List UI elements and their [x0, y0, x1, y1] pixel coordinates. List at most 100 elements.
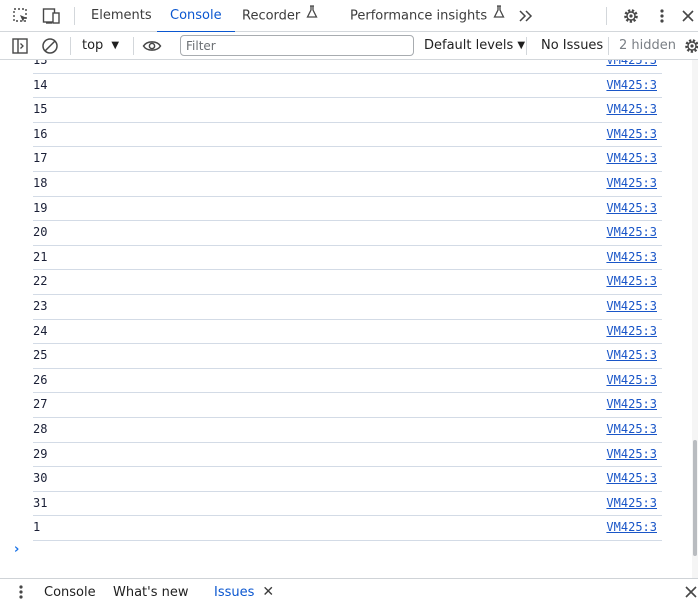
console-scrollbar[interactable] [692, 60, 698, 578]
console-prompt-chevron-icon[interactable]: › [14, 542, 19, 557]
console-message-value: 26 [33, 372, 48, 387]
source-link[interactable]: VM425:3 [606, 299, 657, 313]
drawer-tab-label: Issues [214, 585, 255, 600]
hidden-messages-count: 2 hidden [619, 32, 676, 60]
source-link[interactable]: VM425:3 [606, 422, 657, 436]
toolbar-divider [608, 37, 609, 55]
drawer-tab-issues[interactable]: Issues ✕ [214, 579, 274, 605]
tab-elements[interactable]: Elements [91, 0, 152, 32]
console-message-row: 29 VM425:3 [33, 443, 662, 468]
toolbar-divider [133, 37, 134, 55]
close-drawer-icon[interactable] [680, 581, 698, 603]
source-link[interactable]: VM425:3 [606, 225, 657, 239]
source-link[interactable]: VM425:3 [606, 250, 657, 264]
console-message-row: 13 VM425:3 [33, 60, 662, 74]
console-message-value: 27 [33, 397, 48, 412]
source-link[interactable]: VM425:3 [606, 373, 657, 387]
source-link[interactable]: VM425:3 [606, 201, 657, 215]
console-message-row: 23 VM425:3 [33, 295, 662, 320]
live-expression-eye-icon[interactable] [140, 34, 164, 58]
console-message-value: 24 [33, 323, 48, 338]
source-link[interactable]: VM425:3 [606, 176, 657, 190]
console-message-value: 14 [33, 77, 48, 92]
source-link[interactable]: VM425:3 [606, 348, 657, 362]
toolbar-divider [70, 37, 71, 55]
sidebar-toggle-icon[interactable] [8, 34, 32, 58]
more-tabs-chevron-icon[interactable] [514, 4, 538, 28]
device-toolbar-icon[interactable] [40, 4, 64, 28]
console-message-row: 18 VM425:3 [33, 172, 662, 197]
console-message-row: 28 VM425:3 [33, 418, 662, 443]
console-message-row: 27 VM425:3 [33, 393, 662, 418]
console-message-value: 18 [33, 176, 48, 190]
console-message-row: 14 VM425:3 [33, 74, 662, 99]
more-options-kebab-icon[interactable] [650, 4, 674, 28]
drawer-tab-console[interactable]: Console [44, 579, 96, 605]
source-link[interactable]: VM425:3 [606, 78, 657, 92]
console-message-row: 17 VM425:3 [33, 147, 662, 172]
source-link[interactable]: VM425:3 [606, 151, 657, 165]
devtools-tab-bar: Elements Console Recorder Performance in… [0, 0, 698, 33]
console-message-value: 21 [33, 249, 48, 264]
drawer-tab-bar: Console What's new Issues ✕ [0, 578, 698, 605]
console-messages[interactable]: 13 VM425:3 14 VM425:3 15 VM425:3 16 VM425:3 17 VM… [0, 60, 692, 578]
source-link[interactable]: VM425:3 [606, 397, 657, 411]
source-link[interactable]: VM425:3 [606, 447, 657, 461]
drawer-tab-whats-new[interactable]: What's new [113, 579, 189, 605]
flask-icon [306, 0, 318, 32]
console-message-value: 13 [33, 60, 48, 67]
tab-label: Performance insights [350, 8, 488, 24]
source-link[interactable]: VM425:3 [606, 60, 657, 67]
prompt-glyph: › [14, 542, 20, 557]
inspect-element-icon[interactable] [9, 4, 33, 28]
source-link[interactable]: VM425:3 [606, 274, 657, 288]
console-message-value: 20 [33, 225, 48, 240]
console-message-value: 31 [33, 495, 48, 510]
context-label: top [82, 38, 104, 53]
settings-gear-icon[interactable] [619, 4, 643, 28]
toolbar-divider [74, 7, 75, 25]
source-link[interactable]: VM425:3 [606, 127, 657, 141]
dropdown-caret-icon: ▼ [111, 40, 120, 51]
issues-counter[interactable]: No Issues [541, 32, 603, 60]
console-message-value: 23 [33, 299, 48, 313]
console-settings-gear-icon[interactable] [680, 34, 698, 58]
tab-label: Recorder [242, 8, 301, 24]
console-message-row: 15 VM425:3 [33, 98, 662, 123]
hidden-label: 2 hidden [619, 38, 676, 53]
console-message-value: 1 [33, 520, 41, 535]
console-message-value: 19 [33, 200, 48, 215]
close-tab-icon[interactable]: ✕ [262, 584, 274, 600]
context-selector[interactable]: top ▼ [82, 32, 119, 60]
source-link[interactable]: VM425:3 [606, 471, 657, 485]
console-message-row: 24 VM425:3 [33, 320, 662, 345]
flask-icon [493, 0, 505, 32]
tab-performance-insights[interactable]: Performance insights [350, 0, 505, 32]
console-message-value: 17 [33, 151, 48, 166]
toolbar-divider [526, 37, 527, 55]
drawer-tab-label: Console [44, 585, 96, 600]
dropdown-caret-icon: ▼ [517, 40, 526, 51]
console-message-value: 15 [33, 102, 48, 117]
console-message-row: 20 VM425:3 [33, 221, 662, 246]
clear-console-icon[interactable] [38, 34, 62, 58]
source-link[interactable]: VM425:3 [606, 520, 657, 534]
source-link[interactable]: VM425:3 [606, 496, 657, 510]
console-message-value: 30 [33, 471, 48, 486]
scrollbar-thumb[interactable] [693, 440, 697, 556]
log-levels-dropdown[interactable]: Default levels ▼ [424, 32, 525, 60]
console-message-value: 29 [33, 446, 48, 461]
tab-label: Console [170, 8, 222, 23]
source-link[interactable]: VM425:3 [606, 102, 657, 116]
tab-recorder[interactable]: Recorder [242, 0, 318, 32]
source-link[interactable]: VM425:3 [606, 324, 657, 338]
console-message-row: 22 VM425:3 [33, 270, 662, 295]
filter-input[interactable] [180, 35, 414, 56]
close-devtools-icon[interactable] [676, 4, 698, 28]
console-message-row: 25 VM425:3 [33, 344, 662, 369]
console-message-row: 26 VM425:3 [33, 369, 662, 394]
console-message-value: 16 [33, 126, 48, 141]
tab-console[interactable]: Console [157, 0, 235, 33]
drawer-menu-kebab-icon[interactable] [10, 581, 32, 603]
tab-label: Elements [91, 8, 152, 23]
